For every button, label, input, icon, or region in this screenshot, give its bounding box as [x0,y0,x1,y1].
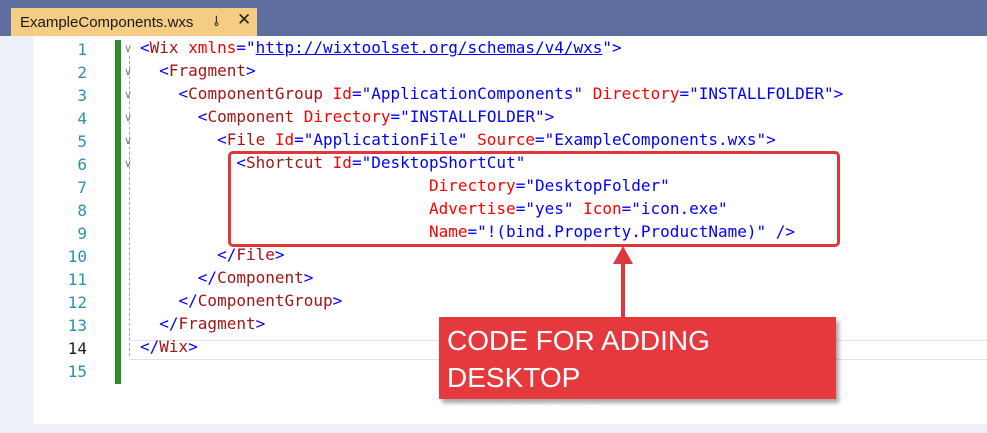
document-tab-strip: ExampleComponents.wxs ⊸ ✕ [0,0,987,36]
line-number: 11 [67,270,87,289]
collapse-icon[interactable]: ∨ [124,42,132,55]
line-number: 13 [67,316,87,335]
code-line-4: <Component Directory="INSTALLFOLDER"> [197,107,555,126]
collapse-icon[interactable]: ∨ [124,88,132,101]
code-line-14: </Wix> [140,337,198,356]
current-line-number: 14 [67,339,87,358]
collapse-icon[interactable]: ∨ [124,111,132,124]
line-number: 12 [67,293,87,312]
change-tracking-bar [115,40,121,384]
code-editor[interactable]: 1 2 3 4 5 6 7 8 9 10 11 12 13 14 15 ∨ ∨ … [0,36,987,430]
line-number: 6 [77,155,87,174]
code-line-11: </Component> [197,268,314,287]
indicator-margin [0,36,33,424]
line-number: 3 [77,86,87,105]
pin-icon[interactable]: ⊸ [208,15,224,27]
line-number: 1 [77,40,87,59]
line-number: 5 [77,132,87,151]
code-line-13: </Fragment> [159,314,266,333]
line-number: 7 [77,178,87,197]
line-number: 9 [77,224,87,243]
outline-guide [129,56,130,356]
collapse-icon[interactable]: ∨ [124,157,132,170]
collapse-icon[interactable]: ∨ [124,65,132,78]
code-line-1: <Wix xmlns="http://wixtoolset.org/schema… [140,38,622,57]
close-icon[interactable]: ✕ [237,10,251,30]
code-text[interactable]: <Wix xmlns="http://wixtoolset.org/schema… [140,36,843,356]
callout-line-2: SHORTCUT. [447,399,607,430]
line-number: 15 [67,362,87,381]
tab-title: ExampleComponents.wxs [20,13,194,31]
code-line-2: <Fragment> [159,61,256,80]
code-line-12: </ComponentGroup> [178,291,343,310]
collapse-icon[interactable]: ∨ [124,134,132,147]
line-number: 2 [77,63,87,82]
code-line-10: </File> [217,245,285,264]
code-line-3: <ComponentGroup Id="ApplicationComponent… [178,84,844,103]
highlight-box [228,151,840,247]
line-number: 4 [77,109,87,128]
annotation-callout: CODE FOR ADDING DESKTOP SHORTCUT. [439,317,836,430]
line-number: 8 [77,201,87,220]
tab-examplecomponents[interactable]: ExampleComponents.wxs ⊸ ✕ [11,8,257,36]
line-number-margin: 1 2 3 4 5 6 7 8 9 10 11 12 13 14 15 [33,36,115,424]
line-number: 10 [67,247,87,266]
code-line-5: <File Id="ApplicationFile" Source="Examp… [217,130,776,149]
callout-line-1: CODE FOR ADDING DESKTOP [447,325,710,393]
